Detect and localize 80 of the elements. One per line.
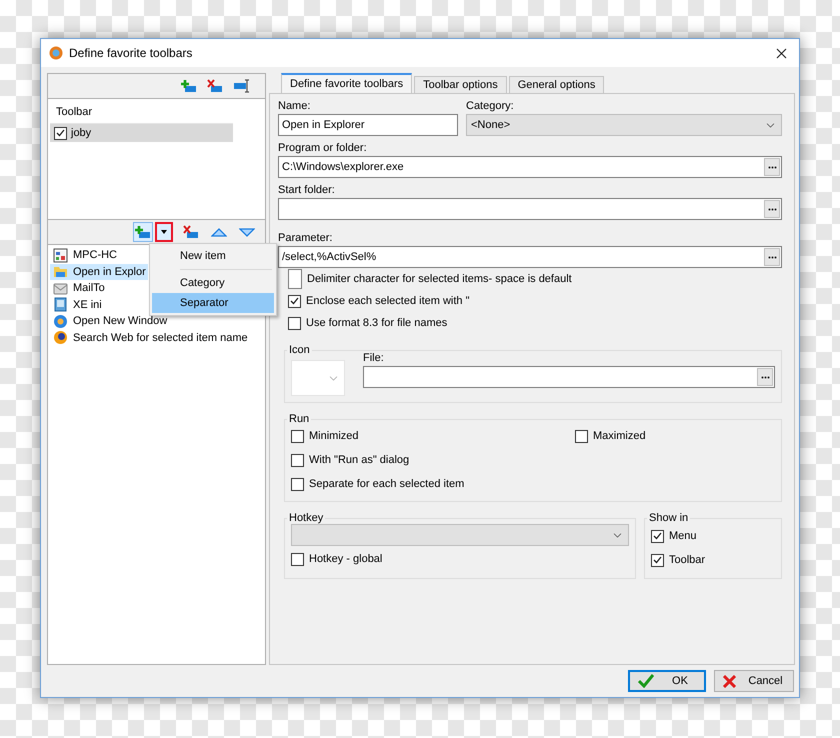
checkbox[interactable] bbox=[288, 294, 301, 308]
field-label: Program or folder: bbox=[278, 141, 368, 156]
rename-icon bbox=[233, 79, 251, 93]
close-button[interactable] bbox=[774, 46, 789, 60]
checkmark-icon bbox=[638, 674, 654, 688]
checkbox[interactable] bbox=[291, 430, 304, 442]
tab[interactable]: General options bbox=[508, 76, 604, 93]
close-icon bbox=[776, 48, 787, 58]
menu-item[interactable]: Category bbox=[152, 273, 274, 293]
list-item[interactable]: MPC-HC bbox=[50, 247, 119, 264]
add-icon bbox=[135, 225, 151, 239]
checkbox[interactable] bbox=[291, 454, 304, 466]
ok-button[interactable]: OK bbox=[628, 670, 706, 692]
delete-icon bbox=[207, 79, 223, 93]
option-label: Separate for each selected item bbox=[309, 478, 464, 490]
option-label: Menu bbox=[669, 530, 697, 542]
checkbox[interactable] bbox=[575, 430, 588, 442]
envelope-icon bbox=[53, 280, 68, 296]
delete-icon bbox=[183, 225, 199, 239]
folder-icon bbox=[53, 264, 68, 280]
option-label: Enclose each selected item with " bbox=[306, 295, 470, 307]
text-field[interactable]: C:\Windows\explorer.exe bbox=[278, 156, 782, 178]
option-label: Hotkey - global bbox=[309, 553, 382, 565]
checkbox[interactable] bbox=[651, 554, 664, 566]
delimiter-field[interactable] bbox=[288, 269, 302, 289]
browse-button[interactable] bbox=[764, 200, 780, 218]
caret-icon bbox=[161, 230, 167, 234]
option-label: With "Run as" dialog bbox=[309, 454, 410, 466]
list-item[interactable]: Search Web for selected item name bbox=[50, 330, 250, 346]
more-icon bbox=[768, 256, 776, 258]
toolbar-name: joby bbox=[71, 127, 92, 139]
cancel-button[interactable]: Cancel bbox=[714, 670, 794, 692]
add-icon bbox=[181, 79, 197, 93]
group-title: Icon bbox=[288, 344, 311, 356]
option-label: Toolbar bbox=[669, 554, 706, 566]
field-label: Name: bbox=[278, 99, 312, 114]
checkbox[interactable] bbox=[291, 478, 304, 490]
cross-icon bbox=[723, 674, 736, 688]
field-label: Parameter: bbox=[278, 231, 334, 246]
group-title: Run bbox=[288, 413, 310, 425]
browse-button[interactable] bbox=[764, 248, 780, 266]
down-arrow-icon bbox=[239, 228, 255, 236]
field-label: File: bbox=[363, 351, 385, 366]
menu-item[interactable]: Separator bbox=[152, 293, 274, 313]
browse-button[interactable] bbox=[757, 368, 773, 386]
more-icon bbox=[760, 376, 770, 378]
more-icon bbox=[768, 166, 776, 168]
globe-icon bbox=[53, 314, 68, 329]
group-title: Show in bbox=[648, 512, 690, 524]
browse-button[interactable] bbox=[764, 158, 780, 176]
option-label: Maximized bbox=[593, 430, 646, 442]
list-item[interactable]: MailTo bbox=[50, 280, 107, 296]
option-label: Minimized bbox=[309, 430, 359, 442]
app-icon bbox=[49, 46, 63, 60]
tab[interactable]: Define favorite toolbars bbox=[281, 73, 412, 93]
browser-icon bbox=[53, 330, 68, 346]
list-item[interactable]: Open New Window bbox=[50, 313, 170, 330]
text-field[interactable]: /select,%ActivSel% bbox=[278, 246, 782, 268]
checkbox[interactable] bbox=[651, 530, 664, 542]
option-label: Delimiter character for selected items- space is default bbox=[307, 273, 572, 285]
field-label: Category: bbox=[466, 99, 515, 114]
list-item[interactable]: XE ini bbox=[50, 296, 104, 313]
up-arrow-icon bbox=[211, 228, 227, 236]
toolbar-row[interactable]: joby bbox=[50, 124, 233, 142]
option-label: Use format 8.3 for file names bbox=[306, 317, 448, 329]
group-title: Hotkey bbox=[288, 512, 324, 524]
checkbox[interactable] bbox=[54, 126, 67, 140]
document-icon bbox=[53, 297, 68, 312]
text-field[interactable] bbox=[278, 198, 782, 220]
checkbox[interactable] bbox=[288, 316, 301, 330]
more-icon bbox=[768, 208, 776, 210]
category-dropdown[interactable]: <None> bbox=[466, 114, 782, 136]
tab[interactable]: Toolbar options bbox=[414, 76, 507, 93]
menu-item[interactable]: New item bbox=[152, 246, 274, 266]
field-label: Start folder: bbox=[278, 183, 336, 198]
dropdown-button[interactable] bbox=[155, 222, 173, 242]
window-title: Define favorite toolbars bbox=[69, 46, 194, 60]
text-field[interactable] bbox=[363, 366, 775, 388]
text-field[interactable]: Open in Explorer bbox=[278, 114, 458, 136]
list-item[interactable]: Open in Explor bbox=[50, 264, 148, 280]
